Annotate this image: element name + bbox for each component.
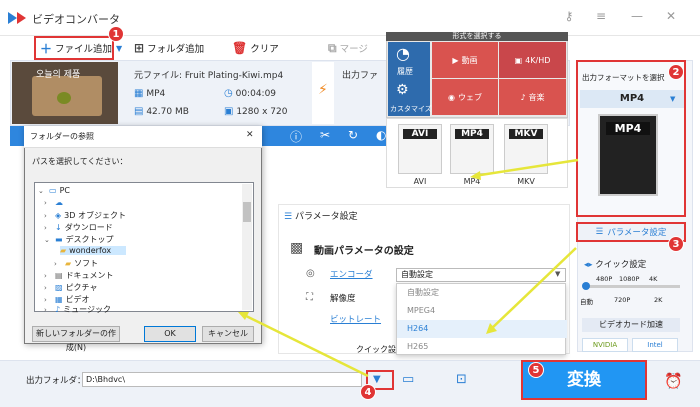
arrow-to-dialog	[241, 312, 369, 378]
guide-arrows	[238, 158, 579, 378]
arrow-to-h264	[489, 247, 577, 331]
arrowhead-mp4	[470, 171, 481, 180]
arrow-to-mp4	[473, 158, 579, 178]
